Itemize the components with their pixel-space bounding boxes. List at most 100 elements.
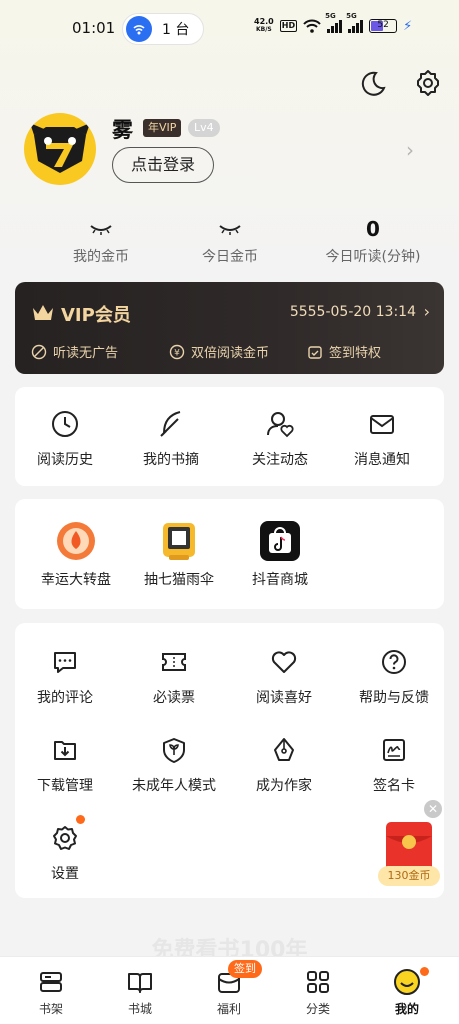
read-history-button[interactable]: 阅读历史	[15, 407, 115, 469]
wifi-icon	[303, 19, 321, 33]
signal-label-1: 5G	[325, 11, 336, 20]
no-ads-icon	[31, 344, 47, 359]
settings-button[interactable]: 设置	[15, 821, 115, 883]
red-packet-float[interactable]: 130金币	[378, 820, 440, 890]
stat-value: 0	[366, 217, 380, 241]
douyin-mall-icon	[260, 521, 300, 561]
umbrella-prize-label: 抽七猫雨伞	[144, 572, 214, 588]
grid-icon	[307, 971, 329, 993]
nav-bookstore[interactable]: 书城	[110, 967, 170, 1017]
night-mode-icon[interactable]	[357, 68, 387, 98]
chevron-right-icon[interactable]: ›	[406, 138, 414, 162]
net-speed: 42.0 KB/S	[254, 18, 274, 34]
download-manager-button[interactable]: 下载管理	[15, 733, 115, 795]
settings-icon[interactable]	[413, 68, 443, 98]
level-badge: Lv4	[188, 119, 220, 137]
signal-label-2: 5G	[346, 11, 357, 20]
stat-value	[31, 218, 171, 240]
my-comments-button[interactable]: 我的评论	[15, 645, 115, 707]
follow-updates-button[interactable]: 关注动态	[230, 407, 330, 469]
book-excerpts-button[interactable]: 我的书摘	[121, 407, 221, 469]
charging-icon: ⚡	[403, 18, 413, 34]
nav-mine[interactable]: 我的	[377, 967, 437, 1017]
mail-icon	[370, 415, 394, 434]
signal-icon-1: 5G	[325, 12, 343, 33]
teen-mode-label: 未成年人模式	[132, 778, 216, 794]
nav-label: 书城	[127, 1002, 152, 1016]
signature-card-button[interactable]: 签名卡	[344, 733, 444, 795]
stat-today-coins[interactable]: 今日金币	[160, 218, 300, 266]
status-indicators: 42.0 KB/S HD 5G 5G 52 ⚡	[254, 12, 413, 34]
heart-icon	[271, 651, 297, 673]
must-read-ticket-label: 必读票	[153, 690, 195, 706]
calendar-check-icon	[308, 345, 322, 359]
hotspot-pill[interactable]: 1 台	[122, 13, 204, 45]
lucky-wheel-icon	[57, 522, 95, 560]
lucky-wheel-button[interactable]: 幸运大转盘	[26, 521, 126, 589]
vip-perk-label: 签到特权	[329, 346, 382, 361]
user-name: 雾	[112, 118, 133, 142]
notifications-button[interactable]: 消息通知	[332, 407, 432, 469]
activities-card: 幸运大转盘 抽七猫雨伞 抖音商城	[15, 499, 444, 609]
nav-mine-dot	[420, 967, 429, 976]
stat-today-listen[interactable]: 0 今日听读(分钟)	[303, 218, 443, 266]
comment-icon	[54, 652, 76, 673]
nav-label: 书架	[38, 1002, 63, 1016]
vip-perk-label: 双倍阅读金币	[191, 346, 270, 361]
vip-title: VIP会员	[61, 305, 131, 326]
bookshelf-icon	[40, 972, 62, 992]
help-feedback-label: 帮助与反馈	[359, 690, 429, 706]
umbrella-prize-icon	[163, 523, 195, 560]
login-button[interactable]: 点击登录	[112, 147, 214, 183]
help-feedback-button[interactable]: 帮助与反馈	[344, 645, 444, 707]
hotspot-count: 1 台	[162, 22, 190, 38]
status-bar: 01:01 1 台 42.0 KB/S HD 5G 5G 52 ⚡	[0, 0, 459, 58]
stat-label: 今日听读(分钟)	[325, 249, 421, 265]
umbrella-prize-button[interactable]: 抽七猫雨伞	[129, 521, 229, 589]
hd-icon: HD	[279, 20, 298, 32]
vip-card[interactable]: VIP会员 5555-05-20 13:14 › 听读无广告 ¥ 双倍阅读金币 …	[15, 282, 444, 374]
become-writer-button[interactable]: 成为作家	[234, 733, 334, 795]
vip-badge: 年VIP	[143, 119, 182, 137]
must-read-ticket-button[interactable]: 必读票	[124, 645, 224, 707]
stat-value	[160, 218, 300, 240]
nav-bookshelf[interactable]: 书架	[21, 967, 81, 1017]
pen-nib-icon	[274, 738, 294, 761]
teen-mode-button[interactable]: 未成年人模式	[124, 733, 224, 795]
my-comments-label: 我的评论	[37, 690, 93, 706]
reading-preference-button[interactable]: 阅读喜好	[234, 645, 334, 707]
nav-label: 福利	[216, 1002, 241, 1016]
nav-category[interactable]: 分类	[288, 967, 348, 1017]
avatar[interactable]	[24, 113, 96, 185]
stat-label: 今日金币	[202, 249, 258, 265]
book-excerpts-label: 我的书摘	[143, 452, 199, 468]
chevron-right-icon: ›	[423, 302, 430, 321]
status-time: 01:01	[72, 19, 116, 37]
download-manager-label: 下载管理	[37, 778, 93, 794]
hidden-eye-icon[interactable]	[218, 222, 242, 236]
quill-icon	[160, 411, 181, 437]
nav-label: 我的	[394, 1002, 419, 1016]
book-open-icon	[128, 973, 152, 993]
settings-notification-dot	[76, 815, 85, 824]
battery-icon: 52	[369, 19, 398, 33]
douyin-mall-button[interactable]: 抖音商城	[230, 521, 330, 589]
settings-gear-icon	[53, 826, 77, 850]
vip-perk-sign-in: 签到特权	[307, 342, 381, 361]
vip-expire-date: 5555-05-20 13:14	[289, 304, 416, 320]
signal-icon-2: 5G	[346, 12, 364, 33]
follow-updates-label: 关注动态	[252, 452, 308, 468]
net-speed-value: 42.0	[254, 17, 274, 26]
net-speed-unit: KB/S	[256, 26, 272, 33]
coin-icon: ¥	[169, 344, 185, 359]
stat-label: 我的金币	[73, 249, 129, 265]
close-icon[interactable]: ✕	[424, 800, 442, 818]
red-packet-label: 130金币	[378, 866, 440, 886]
clock-icon	[52, 411, 78, 437]
settings-label: 设置	[51, 866, 79, 882]
stat-my-coins[interactable]: 我的金币	[31, 218, 171, 266]
smiley-icon	[394, 969, 420, 995]
quick-actions-card: 阅读历史 我的书摘 关注动态 消息通知	[15, 387, 444, 486]
vip-perk-label: 听读无广告	[53, 346, 119, 361]
hidden-eye-icon[interactable]	[89, 222, 113, 236]
